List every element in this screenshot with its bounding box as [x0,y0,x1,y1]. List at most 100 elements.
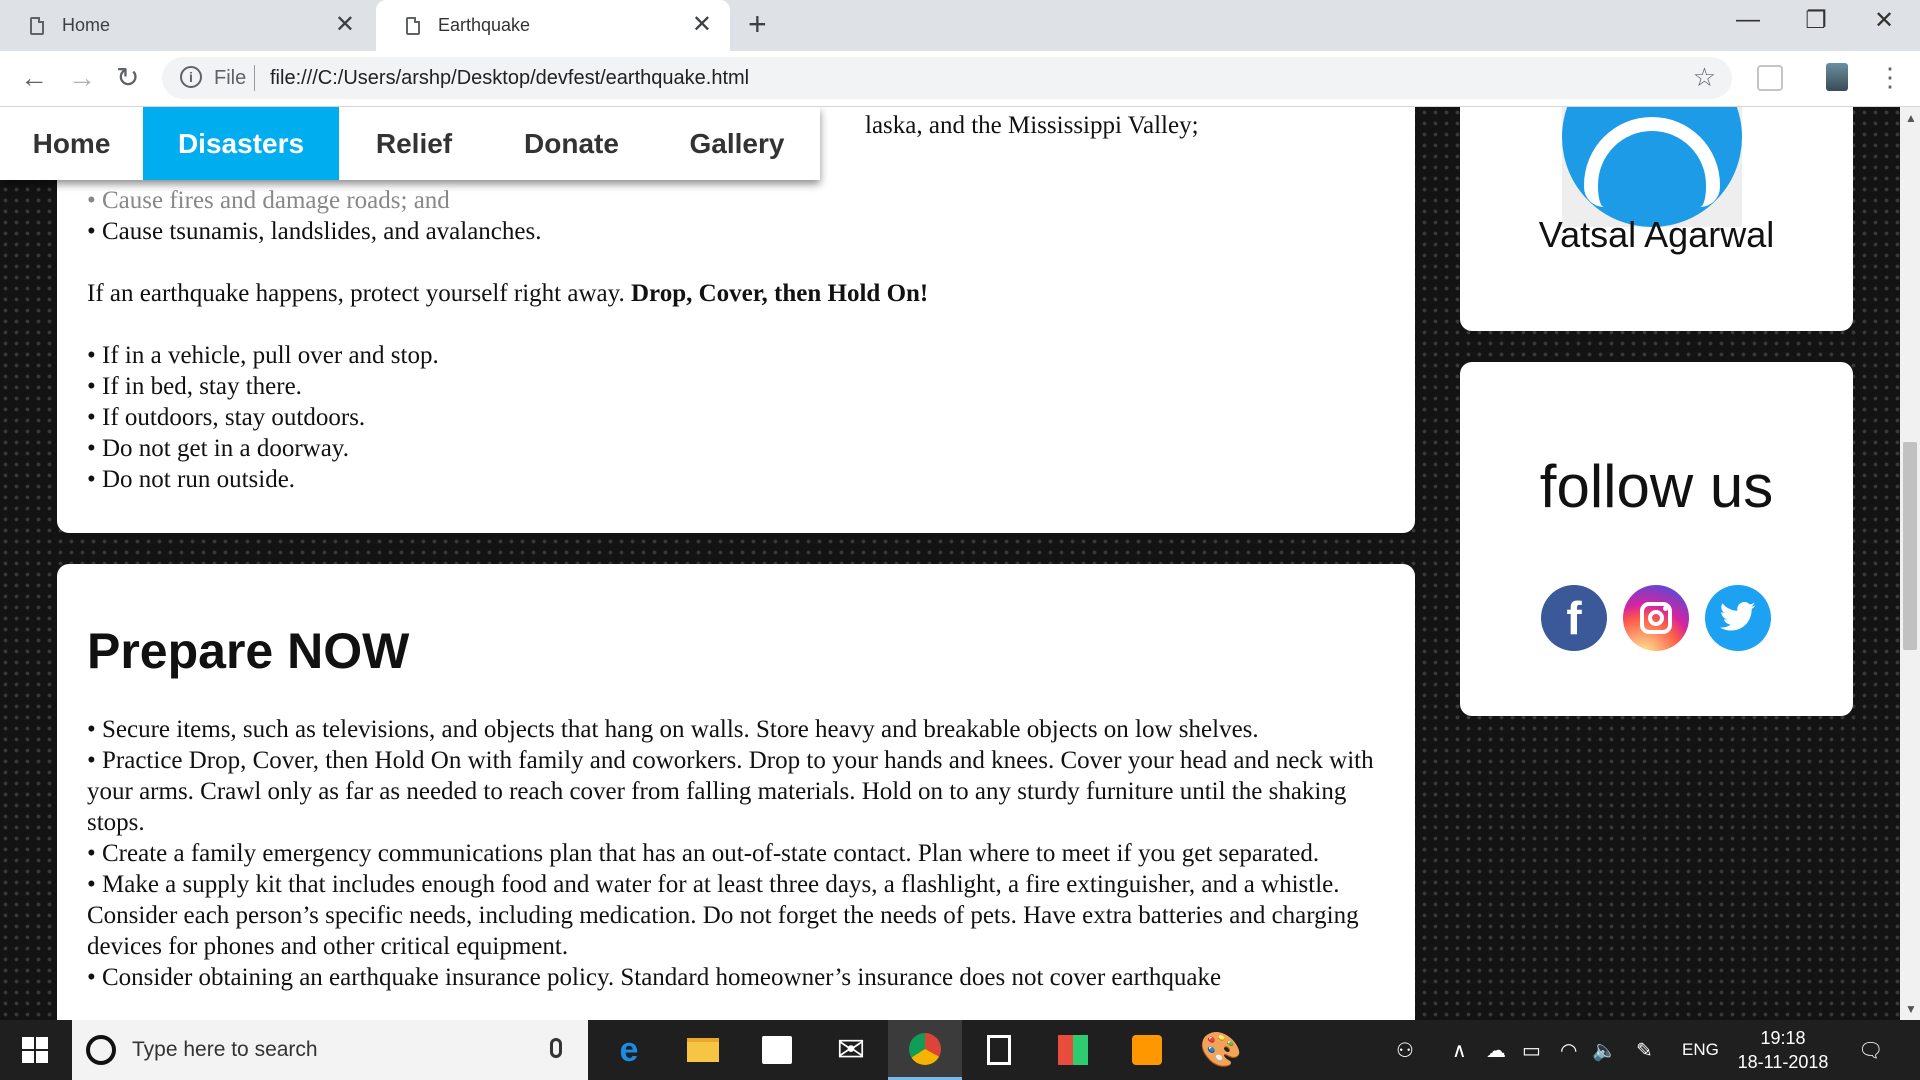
people-icon[interactable]: ⚇ [1396,1020,1414,1080]
bullet-item: • Consider obtaining an earthquake insur… [87,964,1222,991]
system-clock[interactable]: 19:18 18-11-2018 [1728,1026,1838,1074]
back-icon[interactable]: ← [20,61,48,95]
nav-home[interactable]: Home [0,107,143,180]
twitter-icon[interactable] [1705,585,1771,651]
forward-icon[interactable]: → [68,61,96,95]
search-placeholder: Type here to search [132,1038,318,1061]
paint-glyph: 🎨 [1199,1031,1243,1069]
sublime-text-icon[interactable] [1110,1020,1184,1080]
scheme-label: File [214,67,247,89]
info-icon[interactable]: i [180,66,202,88]
profile-extension-icon[interactable] [1826,63,1848,91]
tab-earthquake[interactable]: Earthquake ✕ [376,0,730,51]
file-explorer-icon[interactable] [666,1020,740,1080]
page-scrollbar[interactable]: ▲ ▼ [1900,107,1920,1020]
windows-taskbar: Type here to search e ✉ 🎨 ⚇ ∧ ☁ ▭ ◠ 🔈 ✎ … [0,1020,1920,1080]
profile-card: Vatsal Agarwal [1460,107,1853,331]
office-icon[interactable] [1036,1020,1110,1080]
chrome-icon[interactable] [888,1020,962,1080]
protect-text: If an earthquake happens, protect yourse… [87,280,631,307]
action-center-icon[interactable]: 🗨 [1858,1020,1883,1080]
store-icon[interactable] [740,1020,814,1080]
bullet-item: • Do not run outside. [87,466,296,493]
follow-title: follow us [1539,453,1774,520]
tab-home[interactable]: Home ✕ [0,0,373,51]
site-nav: Home Disasters Relief Donate Gallery [0,107,820,180]
calc-shape [987,1035,1011,1065]
bullet-item: • If in a vehicle, pull over and stop. [87,342,439,369]
calculator-icon[interactable] [962,1020,1036,1080]
clock-date: 18-11-2018 [1737,1052,1829,1072]
bullet-item: • If in bed, stay there. [87,373,302,400]
address-bar[interactable]: i File file:///C:/Users/arshp/Desktop/de… [162,57,1732,99]
follow-card: follow us f [1460,362,1853,716]
twitter-bird [1720,602,1756,631]
nav-gallery[interactable]: Gallery [654,107,820,180]
bullet-item: • Do not get in a doorway. [87,435,349,462]
close-tab-icon[interactable]: ✕ [692,13,712,37]
bookmark-star-icon[interactable]: ☆ [1693,62,1716,93]
tab-title: Earthquake [438,15,531,35]
chrome-logo [909,1032,941,1065]
start-tile [36,1037,48,1049]
prepare-list: • Secure items, such as televisions, and… [87,714,1387,993]
page-viewport: laska, and the Mississippi Valley; • Cau… [0,107,1900,1020]
avatar [1562,107,1742,227]
close-window-icon[interactable]: ✕ [1854,6,1914,35]
onedrive-icon[interactable]: ☁ [1486,1020,1506,1080]
pen-icon[interactable]: ✎ [1636,1020,1653,1080]
scroll-down-icon[interactable]: ▼ [1905,1002,1917,1016]
menu-kebab-icon[interactable]: ⋮ [1877,63,1903,91]
tray-chevron-icon[interactable]: ∧ [1452,1020,1467,1080]
nav-donate[interactable]: Donate [489,107,654,180]
cortana-icon[interactable] [86,1035,116,1065]
instagram-icon[interactable] [1623,585,1689,651]
scroll-up-icon[interactable]: ▲ [1905,111,1917,125]
close-tab-icon[interactable]: ✕ [335,13,355,37]
content-card-prepare: Prepare NOW • Secure items, such as tele… [57,564,1415,1020]
edge-icon[interactable]: e [592,1020,666,1080]
battery-icon[interactable]: ▭ [1522,1020,1541,1080]
user-icon [1562,107,1742,227]
nav-relief[interactable]: Relief [339,107,489,180]
clock-time: 19:18 [1760,1028,1806,1048]
store-bag [762,1036,792,1064]
windows-start-icon[interactable] [22,1037,48,1063]
taskbar-search[interactable]: Type here to search [72,1020,588,1080]
section-heading: Prepare NOW [87,623,410,679]
restore-icon[interactable]: ❐ [1786,6,1846,35]
reload-icon[interactable]: ↻ [116,61,139,95]
microphone-icon[interactable] [550,1038,562,1058]
start-tile [36,1051,48,1063]
minimize-icon[interactable]: — [1718,6,1778,34]
protect-bold: Drop, Cover, then Hold On! [631,280,929,307]
instagram-dot [1663,606,1668,611]
partial-line: laska, and the Mississippi Valley; [865,112,1199,139]
new-tab-icon[interactable]: + [748,8,767,40]
folder-shape [687,1038,719,1062]
volume-icon[interactable]: 🔈 [1592,1020,1617,1080]
start-tile [22,1051,34,1063]
language-indicator[interactable]: ENG [1682,1020,1719,1080]
bullet-item: • Practice Drop, Cover, then Hold On wit… [87,747,1374,836]
instagram-lens [1648,610,1664,626]
extension-icon[interactable] [1757,65,1783,91]
divider [254,65,255,91]
bullet-item: • If outdoors, stay outdoors. [87,404,366,431]
avatar-body [1584,117,1720,207]
mail-glyph: ✉ [836,1031,866,1069]
paint-icon[interactable]: 🎨 [1184,1020,1258,1080]
scrollbar-thumb[interactable] [1903,442,1917,650]
wifi-icon[interactable]: ◠ [1560,1020,1577,1080]
url-text[interactable]: file:///C:/Users/arshp/Desktop/devfest/e… [270,67,749,90]
facebook-icon[interactable]: f [1541,585,1607,651]
tab-title: Home [62,15,111,35]
protect-paragraph: If an earthquake happens, protect yourse… [87,278,928,309]
nav-disasters[interactable]: Disasters [143,107,339,180]
bullet-item: • Secure items, such as televisions, and… [87,716,1259,743]
edge-glyph: e [619,1031,639,1069]
bullet-item: • Cause tsunamis, landslides, and avalan… [87,218,542,245]
mail-icon[interactable]: ✉ [814,1020,888,1080]
tab-strip: Home ✕ Earthquake ✕ + — ❐ ✕ [0,0,1920,51]
bullet-item: • Cause fires and damage roads; and [87,187,450,214]
